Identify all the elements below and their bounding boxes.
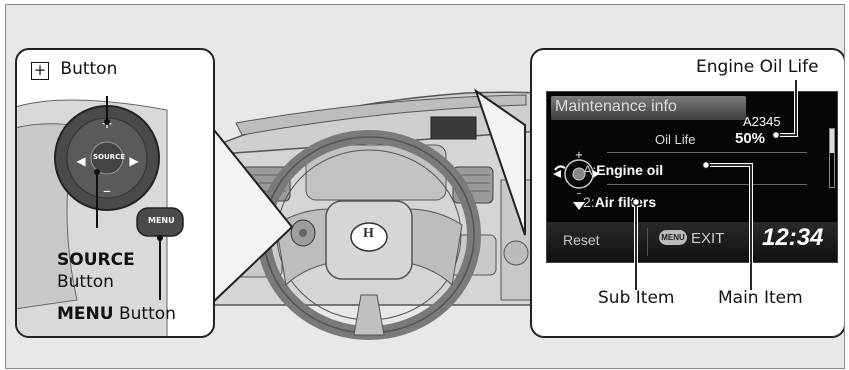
selector-dial-icon: + – xyxy=(553,150,599,210)
source-button-label-rest: Button xyxy=(57,272,114,292)
plus-box-icon: + xyxy=(31,62,49,80)
svg-text:▶: ▶ xyxy=(129,154,139,168)
steering-controls-callout: + – ◀ ▶ SOURCE MENU + Button SOURCE Butt… xyxy=(15,48,215,338)
svg-text:–: – xyxy=(103,181,111,200)
exit-label: EXIT xyxy=(691,230,725,247)
source-button-wheel-text: SOURCE xyxy=(93,153,125,161)
illustration-frame: + – ◀ ▶ SOURCE MENU + Button SOURCE Butt… xyxy=(5,4,845,369)
divider-line xyxy=(607,184,807,185)
divider-line xyxy=(607,152,807,153)
display-scrollbar xyxy=(829,128,835,188)
engine-oil-life-label: Engine Oil Life xyxy=(696,57,819,77)
sub-item-text: Air filters xyxy=(594,194,657,210)
multi-information-display: Maintenance info A2345 Oil Life 50% A:En… xyxy=(546,91,838,263)
menu-label-rest: Button xyxy=(113,304,176,324)
source-label-bold: SOURCE xyxy=(57,250,135,270)
oil-life-value: 50% xyxy=(735,130,766,147)
main-item-label: Main Item xyxy=(718,288,803,308)
menu-button-label: MENU Button xyxy=(57,304,176,324)
menu-label-bold: MENU xyxy=(57,304,114,324)
oil-life-label: Oil Life xyxy=(655,132,696,147)
svg-text:–: – xyxy=(577,188,582,199)
footer-separator xyxy=(752,228,753,256)
sub-item-label: Sub Item xyxy=(598,288,675,308)
footer-separator xyxy=(647,228,648,256)
steering-wheel-controls-drawing: + – ◀ ▶ xyxy=(17,96,184,336)
display-header-title: Maintenance info xyxy=(555,98,677,115)
plus-button-text: Button xyxy=(60,59,118,79)
svg-text:+: + xyxy=(575,150,583,161)
honda-logo-text: H xyxy=(363,226,374,241)
plus-button-label: + Button xyxy=(31,59,117,80)
svg-text:◀: ◀ xyxy=(76,154,86,168)
maintenance-code: A2345 xyxy=(743,114,781,129)
main-item-text: Engine oil xyxy=(596,162,664,178)
menu-button-wheel-text: MENU xyxy=(148,216,175,225)
clock-display: 12:34 xyxy=(762,224,824,251)
source-button-label: SOURCE xyxy=(57,250,135,270)
reset-label: Reset xyxy=(563,232,600,248)
menu-badge-icon: MENU xyxy=(659,230,687,245)
